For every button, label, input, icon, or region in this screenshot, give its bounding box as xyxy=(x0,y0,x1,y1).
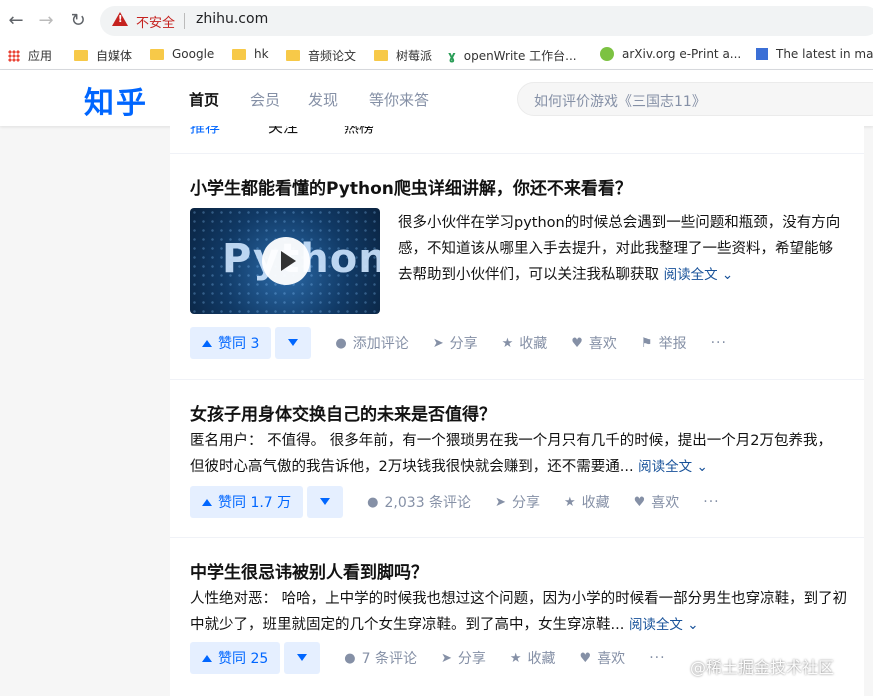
site-header: 知乎 首页 会员 发现 等你来答 如何评价游戏《三国志11》 xyxy=(0,70,873,126)
action-bar: 赞同 3 ● 添加评论 ➤ 分享 ★ 收藏 ♥ 喜欢 ⚑ 举报 ··· xyxy=(190,327,727,359)
bookmark-hk[interactable]: hk xyxy=(232,47,269,61)
folder-icon xyxy=(286,50,300,61)
bookmarks-bar: 应用 自媒体 Google hk 音频论文 树莓派 ɣ openWrite 工作… xyxy=(0,42,873,70)
search-input[interactable]: 如何评价游戏《三国志11》 xyxy=(517,82,873,116)
share-icon: ➤ xyxy=(440,650,452,666)
triangle-up-icon xyxy=(202,654,212,662)
action-bar: 赞同 25 ● 7 条评论 ➤ 分享 ★ 收藏 ♥ 喜欢 ··· xyxy=(190,642,666,674)
star-icon: ★ xyxy=(509,650,522,666)
bookmark-icon xyxy=(756,48,768,60)
upvote-button[interactable]: 赞同 3 xyxy=(190,327,272,359)
downvote-button[interactable] xyxy=(284,642,321,674)
comment-icon: ● xyxy=(335,335,347,351)
like-button[interactable]: ♥ 喜欢 xyxy=(580,648,626,668)
action-bar: 赞同 1.7 万 ● 2,033 条评论 ➤ 分享 ★ 收藏 ♥ 喜欢 ··· xyxy=(190,486,720,518)
downvote-button[interactable] xyxy=(275,327,312,359)
feed-item-excerpt[interactable]: 很多小伙伴在学习python的时候总会遇到一些问题和瓶颈，没有方向感，不知道该从… xyxy=(398,210,844,288)
address-divider xyxy=(184,13,185,29)
tab-recommend[interactable]: 推荐 xyxy=(190,126,220,137)
comment-icon: ● xyxy=(344,650,356,666)
nav-membership[interactable]: 会员 xyxy=(250,89,280,110)
read-more-link[interactable]: 阅读全文 ⌄ xyxy=(664,267,734,283)
url-text[interactable]: zhihu.com xyxy=(196,11,268,27)
upvote-button[interactable]: 赞同 25 xyxy=(190,642,281,674)
back-icon[interactable]: ← xyxy=(6,11,26,31)
folder-icon xyxy=(232,48,246,60)
bookmark-audio-papers[interactable]: 音频论文 xyxy=(286,47,356,64)
read-more-link[interactable]: 阅读全文 ⌄ xyxy=(638,459,708,475)
comment-button[interactable]: ● 7 条评论 xyxy=(344,648,417,668)
play-icon[interactable] xyxy=(262,237,310,285)
tab-follow[interactable]: 关注 xyxy=(268,126,298,137)
heart-icon: ♥ xyxy=(579,650,592,666)
bookmark-raspberry-pi[interactable]: 树莓派 xyxy=(374,47,432,64)
feed-item-title[interactable]: 女孩子用身体交换自己的未来是否值得？ xyxy=(190,400,496,425)
folder-icon xyxy=(374,50,388,61)
arxiv-icon xyxy=(600,47,614,61)
more-icon[interactable]: ··· xyxy=(711,335,727,351)
collect-button[interactable]: ★ 收藏 xyxy=(510,648,556,668)
feed-item: 女孩子用身体交换自己的未来是否值得？ 匿名用户： 不值得。 很多年前，有一个猥琐… xyxy=(170,380,864,538)
more-icon[interactable]: ··· xyxy=(703,494,719,510)
search-placeholder: 如何评价游戏《三国志11》 xyxy=(534,94,706,110)
triangle-up-icon xyxy=(202,498,212,506)
collect-button[interactable]: ★ 收藏 xyxy=(502,333,548,353)
bookmark-apps[interactable]: 应用 xyxy=(8,47,52,64)
bookmark-openwrite[interactable]: ɣ openWrite 工作台... xyxy=(448,47,577,64)
like-button[interactable]: ♥ 喜欢 xyxy=(634,492,680,512)
openwrite-icon: ɣ xyxy=(448,48,456,63)
bookmark-google[interactable]: Google xyxy=(150,47,214,61)
feed-item-excerpt[interactable]: 人性绝对恶： 哈哈，上中学的时候我也想过这个问题，因为小学的时候看一部分男生也穿… xyxy=(190,586,850,638)
comment-button[interactable]: ● 2,033 条评论 xyxy=(367,492,471,512)
downvote-button[interactable] xyxy=(307,486,344,518)
read-more-link[interactable]: 阅读全文 ⌄ xyxy=(629,617,699,633)
apps-grid-icon xyxy=(8,49,20,62)
report-button[interactable]: ⚑ 举报 xyxy=(641,333,687,353)
feed-item: 小学生都能看懂的Python爬虫详细讲解，你还不来看看？ Python 很多小伙… xyxy=(170,154,864,380)
nav-home[interactable]: 首页 xyxy=(189,89,219,110)
like-button[interactable]: ♥ 喜欢 xyxy=(571,333,617,353)
reload-icon[interactable]: ↻ xyxy=(68,11,88,31)
bookmark-latest-mac[interactable]: The latest in mac xyxy=(756,47,873,61)
feed-card: 推荐 关注 热榜 小学生都能看懂的Python爬虫详细讲解，你还不来看看？ Py… xyxy=(170,126,864,696)
heart-icon: ♥ xyxy=(633,494,646,510)
folder-icon xyxy=(150,48,164,60)
share-button[interactable]: ➤ 分享 xyxy=(441,648,486,668)
nav-waiting-answers[interactable]: 等你来答 xyxy=(369,89,429,110)
triangle-up-icon xyxy=(202,339,212,347)
browser-toolbar: ← → ↻ 不安全 zhihu.com xyxy=(0,0,873,42)
insecure-label[interactable]: 不安全 xyxy=(136,12,175,31)
feed-item-title[interactable]: 中学生很忌讳被别人看到脚吗？ xyxy=(190,558,428,583)
address-bar[interactable]: 不安全 zhihu.com xyxy=(100,6,873,36)
bookmark-arxiv[interactable]: arXiv.org e-Print a... xyxy=(600,47,741,61)
heart-icon: ♥ xyxy=(571,335,583,351)
comment-button[interactable]: ● 添加评论 xyxy=(335,333,408,353)
video-thumbnail[interactable]: Python xyxy=(190,208,380,314)
flag-icon: ⚑ xyxy=(640,335,653,351)
bookmark-zimeiti[interactable]: 自媒体 xyxy=(74,47,132,64)
collect-button[interactable]: ★ 收藏 xyxy=(564,492,610,512)
upvote-button[interactable]: 赞同 1.7 万 xyxy=(190,486,304,518)
watermark: @稀土掘金技术社区 xyxy=(690,658,835,677)
nav-discover[interactable]: 发现 xyxy=(308,89,338,110)
zhihu-logo[interactable]: 知乎 xyxy=(84,78,148,122)
feed-item-title[interactable]: 小学生都能看懂的Python爬虫详细讲解，你还不来看看？ xyxy=(190,174,632,199)
star-icon: ★ xyxy=(501,335,514,351)
feed-subtabs: 推荐 关注 热榜 xyxy=(170,126,864,154)
warning-icon xyxy=(112,12,128,26)
folder-icon xyxy=(74,50,88,61)
feed-item-excerpt[interactable]: 匿名用户： 不值得。 很多年前，有一个猥琐男在我一个月只有几千的时候，提出一个月… xyxy=(190,428,840,480)
share-button[interactable]: ➤ 分享 xyxy=(495,492,540,512)
more-icon[interactable]: ··· xyxy=(649,650,665,666)
share-button[interactable]: ➤ 分享 xyxy=(433,333,478,353)
share-icon: ➤ xyxy=(432,335,444,351)
share-icon: ➤ xyxy=(495,494,506,510)
tab-hot[interactable]: 热榜 xyxy=(344,126,374,137)
forward-icon[interactable]: → xyxy=(36,11,56,31)
comment-icon: ● xyxy=(367,494,379,510)
star-icon: ★ xyxy=(563,494,576,510)
